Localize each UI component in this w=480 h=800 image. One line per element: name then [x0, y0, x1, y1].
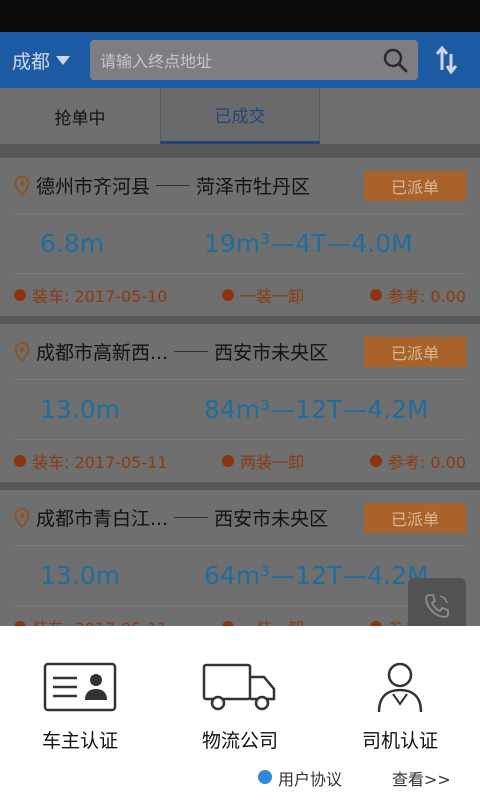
specs-row: 13.0m 64m³—12T—4.2M — [14, 546, 466, 606]
specs-row: 13.0m 84m³—12T—4.2M — [14, 380, 466, 440]
route-divider — [174, 351, 209, 352]
status-bar — [0, 0, 480, 32]
truck-icon — [202, 660, 278, 714]
meta-row: 装车: 2017-05-11 一装一卸 参考: 0.00 — [14, 606, 466, 626]
vehicle-length: 13.0m — [40, 395, 121, 424]
cargo-spec: 19m³—4T—4.0M — [204, 229, 413, 258]
user-agreement-link[interactable]: 用户协议 — [278, 766, 342, 790]
check-icon — [222, 455, 234, 467]
origin-city: 成都市高新西... — [36, 342, 169, 364]
app-header: 成都 请输入终点地址 — [0, 32, 480, 88]
driver-certification-option[interactable]: 司机认证 — [320, 660, 480, 753]
tab-bar: 抢单中 已成交 — [0, 88, 480, 144]
phone-icon — [425, 594, 449, 618]
agreement-radio[interactable] — [258, 770, 272, 784]
origin-city: 德州市齐河县 — [36, 176, 151, 198]
id-card-icon — [43, 660, 117, 714]
route-divider — [156, 185, 191, 186]
load-date: 装车: 2017-05-11 — [32, 615, 167, 626]
load-mode: 两装一卸 — [240, 453, 305, 472]
cargo-spec: 84m³—12T—4.2M — [204, 395, 429, 424]
sort-icon[interactable] — [430, 40, 464, 80]
destination-city: 菏泽市牡丹区 — [196, 176, 311, 198]
tab-completed[interactable]: 已成交 — [160, 88, 320, 144]
order-card[interactable]: 成都市高新西... 西安市未央区 已派单 13.0m 84m³—12T—4.2M… — [0, 324, 480, 482]
check-icon — [222, 289, 234, 301]
load-mode: 一装一卸 — [240, 287, 305, 306]
reference-price: 参考: 0.00 — [387, 453, 466, 472]
search-input[interactable]: 请输入终点地址 — [100, 48, 382, 72]
person-icon — [375, 660, 425, 714]
location-pin-icon — [14, 507, 30, 528]
route-row: 成都市青白江... 西安市未央区 已派单 — [14, 490, 466, 546]
status-badge: 已派单 — [364, 336, 466, 367]
logistics-company-option[interactable]: 物流公司 — [160, 660, 320, 753]
owner-certification-option[interactable]: 车主认证 — [0, 660, 160, 753]
view-more-link[interactable]: 查看>> — [392, 766, 451, 790]
status-badge: 已派单 — [364, 502, 466, 533]
city-label: 成都 — [12, 50, 51, 73]
order-list: 德州市齐河县 菏泽市牡丹区 已派单 6.8m 19m³—4T—4.0M 装车: … — [0, 144, 480, 626]
route-row: 成都市高新西... 西安市未央区 已派单 — [14, 324, 466, 380]
specs-row: 6.8m 19m³—4T—4.0M — [14, 214, 466, 274]
origin-city: 成都市青白江... — [36, 508, 169, 530]
route-row: 德州市齐河县 菏泽市牡丹区 已派单 — [14, 158, 466, 214]
yen-icon — [369, 289, 382, 301]
search-box[interactable]: 请输入终点地址 — [90, 40, 418, 80]
owner-certification-label: 车主认证 — [41, 730, 118, 752]
route-divider — [174, 517, 209, 518]
vehicle-length: 13.0m — [40, 561, 121, 590]
driver-certification-label: 司机认证 — [361, 730, 438, 752]
city-selector[interactable]: 成都 — [12, 47, 90, 74]
clock-icon — [14, 455, 26, 467]
dropdown-arrow-icon — [56, 55, 71, 65]
destination-city: 西安市未央区 — [214, 508, 329, 530]
tab-grabbing[interactable]: 抢单中 — [0, 88, 160, 144]
search-icon[interactable] — [382, 47, 408, 73]
location-pin-icon — [14, 175, 30, 196]
vehicle-length: 6.8m — [40, 229, 105, 258]
load-mode: 一装一卸 — [240, 615, 304, 626]
cargo-spec: 64m³—12T—4.2M — [204, 561, 429, 590]
yen-icon — [369, 455, 382, 467]
status-badge: 已派单 — [364, 170, 466, 201]
clock-icon — [14, 289, 26, 301]
reference-price: 参考: 0.00 — [387, 287, 466, 306]
location-pin-icon — [14, 341, 30, 362]
meta-row: 装车: 2017-05-11 两装一卸 参考: 0.00 — [14, 440, 466, 482]
destination-city: 西安市未央区 — [214, 342, 329, 364]
load-date: 装车: 2017-05-10 — [32, 287, 168, 306]
agreement-row: 用户协议 查看>> — [0, 764, 480, 790]
meta-row: 装车: 2017-05-10 一装一卸 参考: 0.00 — [14, 274, 466, 316]
load-date: 装车: 2017-05-11 — [32, 453, 168, 472]
order-card[interactable]: 德州市齐河县 菏泽市牡丹区 已派单 6.8m 19m³—4T—4.0M 装车: … — [0, 158, 480, 316]
logistics-company-label: 物流公司 — [201, 730, 278, 752]
